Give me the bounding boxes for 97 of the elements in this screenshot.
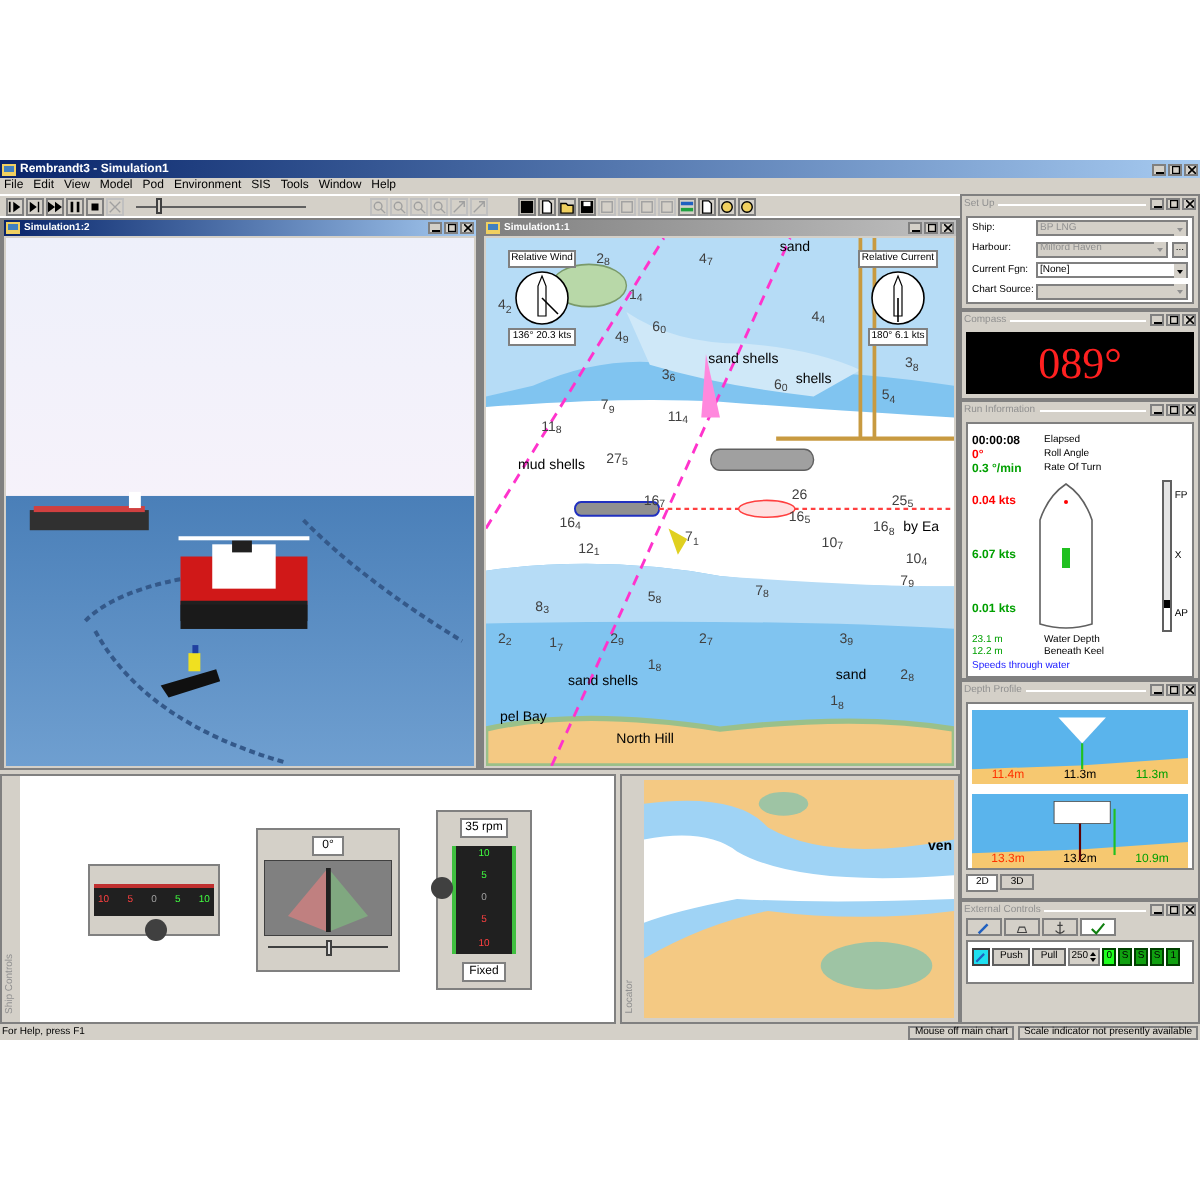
close-icon xyxy=(1187,165,1195,173)
zoom-icon xyxy=(412,199,426,213)
minimize-icon xyxy=(1153,686,1161,694)
close-button[interactable] xyxy=(460,222,474,234)
close-icon xyxy=(1185,906,1193,914)
app-icon xyxy=(6,222,20,234)
maximize-icon xyxy=(1169,406,1177,414)
slider-thumb[interactable] xyxy=(155,198,162,214)
maximize-icon xyxy=(1169,686,1177,694)
close-icon xyxy=(1185,316,1193,324)
minimize-button[interactable] xyxy=(1150,404,1164,416)
toolbar-button[interactable] xyxy=(26,197,44,215)
minimize-icon xyxy=(1153,906,1161,914)
app-icon xyxy=(486,222,500,234)
maximize-button[interactable] xyxy=(1168,163,1182,175)
close-button[interactable] xyxy=(1182,684,1196,696)
close-icon xyxy=(463,224,471,232)
maximize-icon xyxy=(927,224,935,232)
minimize-button[interactable] xyxy=(908,222,922,234)
fast-forward-icon xyxy=(48,199,62,213)
maximize-button[interactable] xyxy=(1166,404,1180,416)
close-icon xyxy=(1185,686,1193,694)
close-icon xyxy=(1185,200,1193,208)
toolbar-button[interactable] xyxy=(86,197,104,215)
minimize-button[interactable] xyxy=(1150,198,1164,210)
minimize-icon xyxy=(431,224,439,232)
close-icon xyxy=(943,224,951,232)
controls-tab[interactable] xyxy=(966,918,1002,936)
toolbar-button[interactable] xyxy=(46,197,64,215)
toolbar-button[interactable] xyxy=(698,197,716,215)
check-icon xyxy=(1090,919,1106,935)
minimize-button[interactable] xyxy=(428,222,442,234)
maximize-button[interactable] xyxy=(1166,314,1180,326)
minimize-button[interactable] xyxy=(1150,904,1164,916)
stop-icon xyxy=(88,199,102,213)
maximize-button[interactable] xyxy=(1166,684,1180,696)
maximize-button[interactable] xyxy=(1166,198,1180,210)
maximize-icon xyxy=(447,224,455,232)
maximize-button[interactable] xyxy=(444,222,458,234)
dial-drawing xyxy=(514,270,570,326)
step-icon xyxy=(8,199,22,213)
zoom-icon xyxy=(372,199,386,213)
minimize-icon xyxy=(911,224,919,232)
anchor-icon xyxy=(1052,919,1068,935)
pencil-button[interactable] xyxy=(972,948,990,966)
minimize-button[interactable] xyxy=(1150,684,1164,696)
pan-icon xyxy=(472,199,486,213)
controls-tab[interactable] xyxy=(1004,918,1040,936)
dial-drawing xyxy=(870,270,926,326)
document-icon xyxy=(540,199,554,213)
close-icon xyxy=(1185,406,1193,414)
zoom-icon xyxy=(392,199,406,213)
knob-icon[interactable] xyxy=(144,917,168,941)
zoom-icon xyxy=(432,199,446,213)
close-button[interactable] xyxy=(1182,904,1196,916)
toolbar-button[interactable] xyxy=(538,197,556,215)
close-button[interactable] xyxy=(940,222,954,234)
toolbar-button[interactable] xyxy=(66,197,84,215)
close-button[interactable] xyxy=(1184,163,1198,175)
dropdown-arrow-icon xyxy=(1153,242,1166,257)
slider-thumb[interactable] xyxy=(325,939,331,955)
rudder-dial-drawing xyxy=(264,859,392,935)
toolbar-button[interactable] xyxy=(558,197,576,215)
maximize-icon xyxy=(1171,165,1179,173)
pencil-icon xyxy=(974,950,988,964)
close-button[interactable] xyxy=(1182,198,1196,210)
maximize-icon xyxy=(1169,316,1177,324)
pan-icon xyxy=(452,199,466,213)
minimize-button[interactable] xyxy=(1150,314,1164,326)
skip-icon xyxy=(28,199,42,213)
compass-display: 089° xyxy=(966,332,1194,394)
toolbar-button[interactable] xyxy=(6,197,24,215)
maximize-icon xyxy=(1169,200,1177,208)
rudder-slider[interactable] xyxy=(268,939,388,955)
minimize-icon xyxy=(1153,200,1161,208)
pause-icon xyxy=(68,199,82,213)
maximize-button[interactable] xyxy=(1166,904,1180,916)
document-icon xyxy=(700,199,714,213)
controls-tab[interactable] xyxy=(1080,918,1116,936)
maximize-icon xyxy=(1169,906,1177,914)
folder-icon xyxy=(560,199,574,213)
minimize-button[interactable] xyxy=(1152,163,1166,175)
maximize-button[interactable] xyxy=(924,222,938,234)
close-button[interactable] xyxy=(1182,404,1196,416)
app-icon xyxy=(2,163,16,175)
toolbar-button[interactable] xyxy=(578,197,596,215)
toolbar-slider[interactable] xyxy=(136,198,306,214)
controls-tab[interactable] xyxy=(1042,918,1078,936)
cross-icon xyxy=(108,199,122,213)
dropdown-arrow-icon xyxy=(1174,263,1186,278)
minimize-icon xyxy=(1153,316,1161,324)
save-icon xyxy=(580,199,594,213)
knob-icon[interactable] xyxy=(430,875,454,899)
dropdown-arrow-icon xyxy=(1174,284,1186,299)
spin-arrows-icon xyxy=(1090,950,1097,964)
close-button[interactable] xyxy=(1182,314,1196,326)
minimize-icon xyxy=(1153,406,1161,414)
